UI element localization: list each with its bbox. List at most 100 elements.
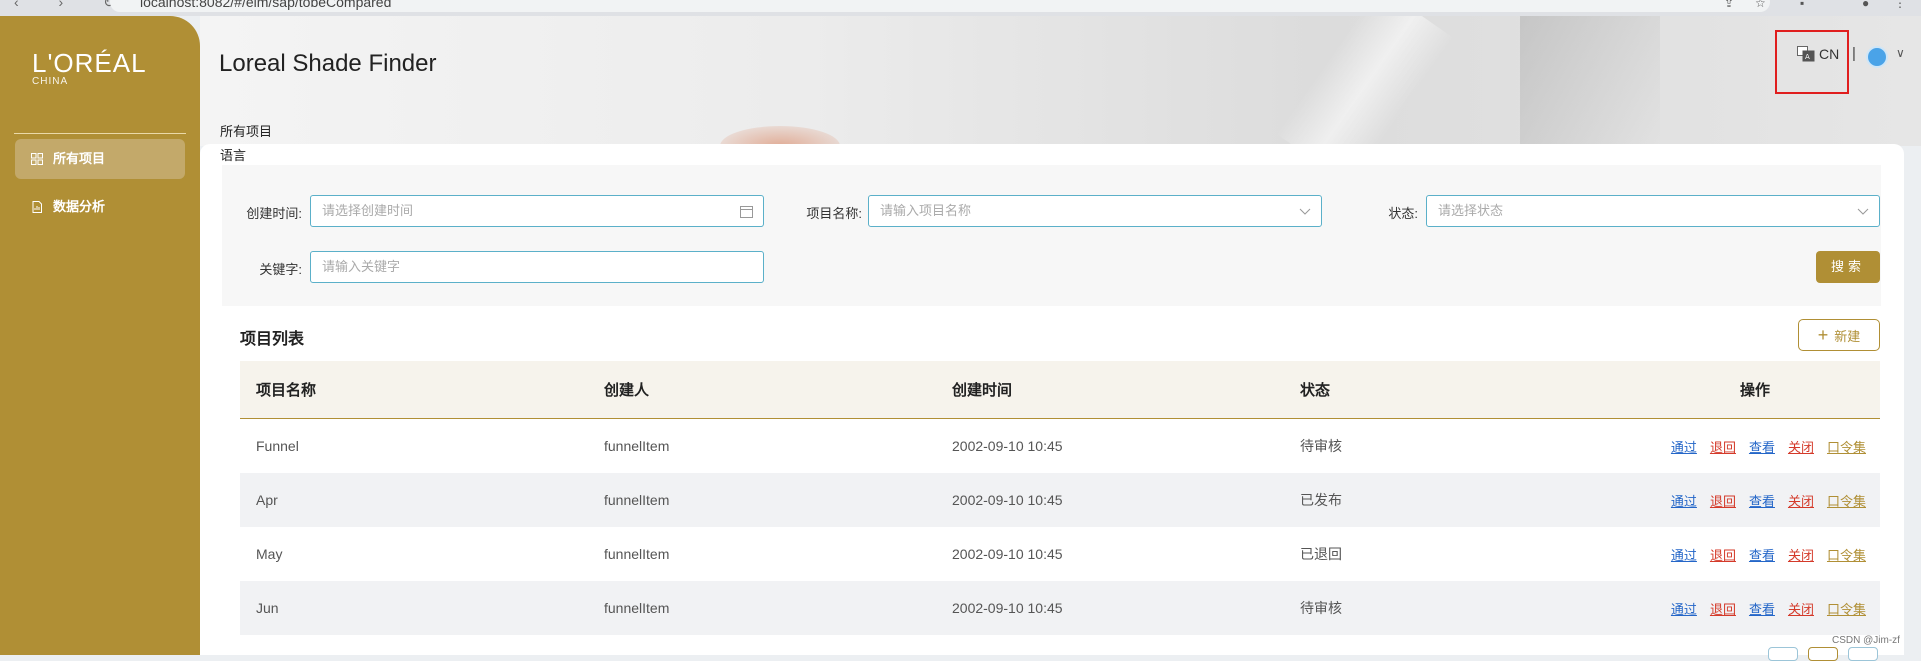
created-time-picker[interactable]: 请选择创建时间 — [310, 195, 764, 227]
close-link[interactable]: 关闭 — [1788, 494, 1814, 509]
address-bar[interactable]: localhost:8082/#/elm/sap/tobeCompared — [110, 0, 1770, 12]
sidebar-item-label: 数据分析 — [53, 199, 106, 214]
project-table: 项目名称 创建人 创建时间 状态 操作 Funnel funnelItem 20… — [240, 361, 1880, 635]
created-time-label: 创建时间: — [246, 206, 302, 221]
chevron-down-icon — [1857, 196, 1869, 227]
cell-status: 待审核 — [1300, 600, 1342, 616]
cell-name: Funnel — [256, 438, 299, 454]
plus-icon: + — [1817, 325, 1829, 345]
reject-link[interactable]: 退回 — [1710, 440, 1736, 455]
approve-link[interactable]: 通过 — [1671, 548, 1697, 563]
cell-creator: funnelItem — [604, 438, 670, 454]
logo-brand: L'ORÉAL — [32, 48, 147, 78]
share-icon[interactable]: ⇪ — [1724, 0, 1734, 10]
calendar-icon — [740, 196, 753, 229]
chevron-down-icon — [1299, 196, 1311, 227]
pagination-page-button[interactable] — [1808, 647, 1838, 661]
column-header-status[interactable]: 状态 — [1284, 379, 1524, 400]
table-row: Funnel funnelItem 2002-09-10 10:45 待审核 通… — [240, 419, 1880, 473]
approve-link[interactable]: 通过 — [1671, 494, 1697, 509]
cell-creator: funnelItem — [604, 492, 670, 508]
view-link[interactable]: 查看 — [1749, 548, 1775, 563]
cell-time: 2002-09-10 10:45 — [952, 600, 1063, 616]
approve-link[interactable]: 通过 — [1671, 440, 1697, 455]
close-link[interactable]: 关闭 — [1788, 440, 1814, 455]
address-bar-url: localhost:8082/#/elm/sap/tobeCompared — [140, 0, 392, 10]
extension-icon[interactable]: ▪ — [1800, 0, 1804, 10]
cell-time: 2002-09-10 10:45 — [952, 546, 1063, 562]
watermark: CSDN @Jim-zf — [1832, 635, 1900, 646]
header-separator: | — [1852, 45, 1856, 62]
new-project-button[interactable]: + 新建 — [1798, 319, 1880, 351]
view-link[interactable]: 查看 — [1749, 602, 1775, 617]
pagination-next-button[interactable] — [1848, 647, 1878, 661]
project-name-placeholder: 请输入项目名称 — [880, 203, 972, 218]
column-header-time[interactable]: 创建时间 — [936, 379, 1284, 400]
sidebar-item-data-analysis[interactable]: 数据分析 — [15, 187, 185, 227]
translate-icon: A — [1797, 46, 1815, 62]
cell-actions: 通过 退回 查看 关闭 口令集 — [1524, 599, 1880, 618]
keyword-input[interactable]: 请输入关键字 — [310, 251, 764, 283]
document-chart-icon — [32, 201, 42, 213]
approve-link[interactable]: 通过 — [1671, 602, 1697, 617]
language-switch-button[interactable]: A CN — [1797, 46, 1839, 62]
cell-status: 待审核 — [1300, 438, 1342, 454]
chevron-down-icon[interactable]: ∨ — [1896, 46, 1905, 60]
keyword-placeholder: 请输入关键字 — [322, 259, 401, 274]
page-title: Loreal Shade Finder — [219, 50, 437, 77]
cell-name: May — [256, 546, 283, 562]
profile-icon[interactable]: ● — [1862, 0, 1869, 10]
logo-sub: CHINA — [32, 76, 69, 87]
reject-link[interactable]: 退回 — [1710, 494, 1736, 509]
cell-actions: 通过 退回 查看 关闭 口令集 — [1524, 545, 1880, 564]
cell-actions: 通过 退回 查看 关闭 口令集 — [1524, 491, 1880, 510]
language-code: CN — [1819, 46, 1840, 62]
filter-panel — [222, 165, 1881, 306]
view-link[interactable]: 查看 — [1749, 440, 1775, 455]
header-background-image — [200, 16, 1921, 146]
cell-time: 2002-09-10 10:45 — [952, 438, 1063, 454]
browser-toolbar: ‹ › ↻ localhost:8082/#/elm/sap/tobeCompa… — [0, 0, 1921, 16]
grid-icon — [31, 153, 43, 165]
project-name-label: 项目名称: — [806, 206, 862, 221]
status-select[interactable]: 请选择状态 — [1426, 195, 1880, 227]
cell-status: 已退回 — [1300, 546, 1342, 562]
sidebar: L'ORÉAL CHINA 所有项目 数据分析 — [0, 16, 200, 655]
pagination-prev-button[interactable] — [1768, 647, 1798, 661]
column-header-name[interactable]: 项目名称 — [240, 379, 588, 400]
new-button-label: 新建 — [1834, 328, 1861, 344]
sidebar-item-all-projects[interactable]: 所有项目 — [15, 139, 185, 179]
cell-status: 已发布 — [1300, 492, 1342, 508]
keyword-label: 关键字: — [259, 262, 302, 277]
command-set-link[interactable]: 口令集 — [1827, 548, 1866, 563]
column-header-creator[interactable]: 创建人 — [588, 379, 936, 400]
command-set-link[interactable]: 口令集 — [1827, 494, 1866, 509]
status-label: 状态: — [1388, 206, 1418, 221]
cell-time: 2002-09-10 10:45 — [952, 492, 1063, 508]
command-set-link[interactable]: 口令集 — [1827, 602, 1866, 617]
star-icon[interactable]: ☆ — [1755, 0, 1766, 10]
highlight-annotation — [1775, 30, 1849, 94]
sidebar-divider — [14, 133, 186, 134]
table-row: May funnelItem 2002-09-10 10:45 已退回 通过 退回… — [240, 527, 1880, 581]
column-header-actions: 操作 — [1739, 382, 1770, 399]
language-tooltip: 语言 — [220, 148, 247, 163]
project-name-select[interactable]: 请输入项目名称 — [868, 195, 1322, 227]
created-time-placeholder: 请选择创建时间 — [322, 203, 414, 218]
svg-text:A: A — [1805, 53, 1810, 61]
close-link[interactable]: 关闭 — [1788, 548, 1814, 563]
search-button[interactable]: 搜索 — [1816, 251, 1880, 283]
command-set-link[interactable]: 口令集 — [1827, 440, 1866, 455]
browser-menu-icon[interactable]: ⋮ — [1894, 0, 1906, 10]
breadcrumb: 所有项目 — [220, 124, 273, 139]
cell-creator: funnelItem — [604, 546, 670, 562]
cell-actions: 通过 退回 查看 关闭 口令集 — [1524, 437, 1880, 456]
view-link[interactable]: 查看 — [1749, 494, 1775, 509]
table-row: Jun funnelItem 2002-09-10 10:45 待审核 通过 退回… — [240, 581, 1880, 635]
reject-link[interactable]: 退回 — [1710, 602, 1736, 617]
close-link[interactable]: 关闭 — [1788, 602, 1814, 617]
user-avatar[interactable] — [1866, 46, 1888, 68]
cell-name: Jun — [256, 600, 279, 616]
reject-link[interactable]: 退回 — [1710, 548, 1736, 563]
list-title: 项目列表 — [240, 331, 305, 348]
